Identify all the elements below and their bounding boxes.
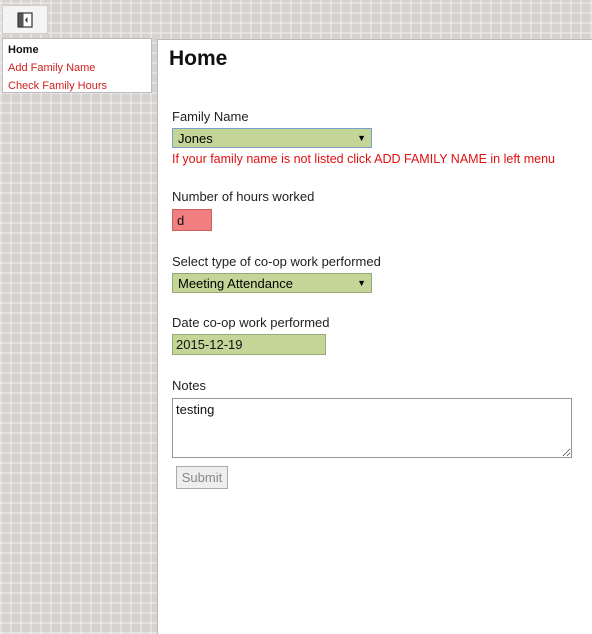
date-label: Date co-op work performed bbox=[172, 315, 330, 330]
family-name-select[interactable]: Jones ▼ bbox=[172, 128, 372, 148]
dropdown-arrow-icon: ▼ bbox=[357, 278, 366, 288]
sidebar-menu: Home Add Family Name Check Family Hours bbox=[2, 38, 152, 93]
hours-input[interactable] bbox=[172, 209, 212, 231]
family-name-hint: If your family name is not listed click … bbox=[172, 152, 556, 166]
sidebar-item-add-family-name[interactable]: Add Family Name bbox=[8, 59, 151, 77]
work-type-select[interactable]: Meeting Attendance ▼ bbox=[172, 273, 372, 293]
sidebar-toggle-icon bbox=[17, 11, 33, 28]
page-title: Home bbox=[169, 47, 228, 70]
sidebar-item-check-family-hours[interactable]: Check Family Hours bbox=[8, 77, 151, 95]
notes-label: Notes bbox=[172, 378, 206, 393]
main-content: Home Family Name Jones ▼ If your family … bbox=[157, 39, 592, 634]
sidebar-toggle-button[interactable] bbox=[2, 5, 48, 34]
family-name-label: Family Name bbox=[172, 109, 249, 124]
hours-label: Number of hours worked bbox=[172, 189, 315, 204]
family-name-value: Jones bbox=[178, 130, 213, 146]
dropdown-arrow-icon: ▼ bbox=[357, 133, 366, 143]
work-type-label: Select type of co-op work performed bbox=[172, 254, 381, 269]
sidebar-item-home[interactable]: Home bbox=[8, 41, 151, 59]
date-input[interactable] bbox=[172, 334, 326, 355]
notes-textarea[interactable]: testing bbox=[172, 398, 572, 458]
work-type-value: Meeting Attendance bbox=[178, 275, 293, 291]
submit-button[interactable]: Submit bbox=[176, 466, 228, 489]
